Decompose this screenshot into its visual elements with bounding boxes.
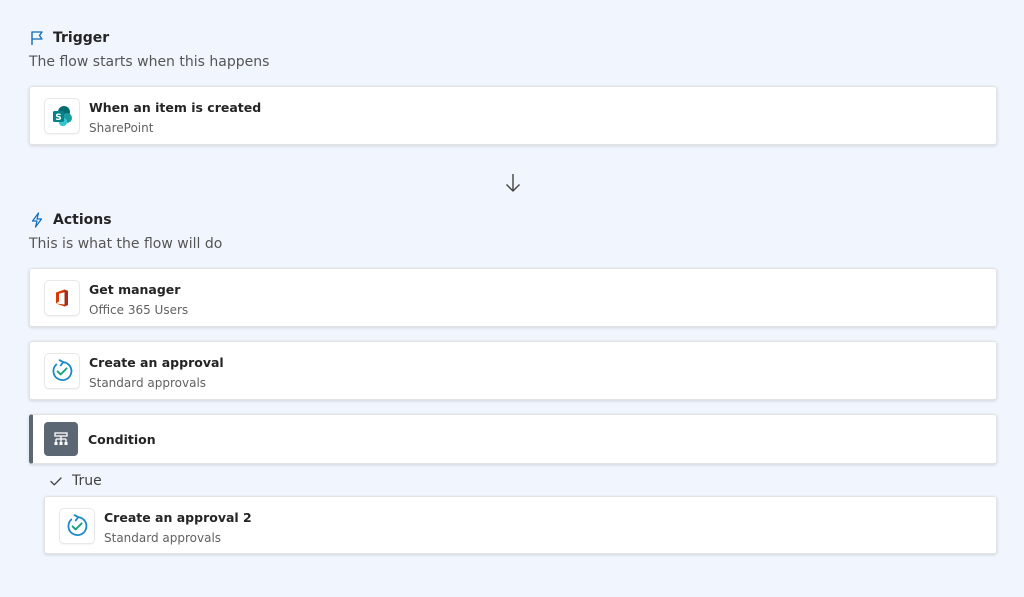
branch-true-toggle[interactable]: True	[49, 473, 102, 489]
svg-text:S: S	[55, 113, 61, 123]
branch-label: True	[72, 473, 102, 489]
action-card-connector: Standard approvals	[104, 531, 222, 545]
trigger-section-header: Trigger	[29, 30, 109, 46]
arrow-down-icon	[503, 172, 523, 194]
action-card-create-approval[interactable]: Create an approval Standard approvals	[29, 341, 997, 400]
action-card-connector: Standard approvals	[89, 376, 207, 390]
condition-icon	[44, 422, 78, 456]
actions-heading: Actions	[53, 212, 112, 228]
trigger-subtitle: The flow starts when this happens	[29, 54, 270, 70]
action-card-condition[interactable]: Condition	[29, 414, 997, 464]
action-card-title: Create an approval 2	[104, 510, 252, 525]
action-card-title: Condition	[88, 432, 156, 447]
trigger-card[interactable]: S When an item is created SharePoint	[29, 86, 997, 145]
action-card-title: Create an approval	[89, 355, 224, 370]
trigger-heading: Trigger	[53, 30, 110, 46]
action-card-get-manager[interactable]: Get manager Office 365 Users	[29, 268, 997, 327]
approval-icon	[60, 509, 94, 543]
trigger-card-connector: SharePoint	[89, 121, 154, 135]
checkmark-icon	[49, 474, 63, 488]
actions-subtitle: This is what the flow will do	[29, 236, 223, 252]
office-icon	[45, 281, 79, 315]
branch-card-create-approval-2[interactable]: Create an approval 2 Standard approvals	[44, 496, 997, 554]
sharepoint-icon: S	[45, 99, 79, 133]
lightning-icon	[29, 212, 45, 228]
approval-icon	[45, 354, 79, 388]
flag-icon	[29, 30, 45, 46]
action-card-connector: Office 365 Users	[89, 303, 189, 317]
trigger-card-title: When an item is created	[89, 100, 262, 115]
actions-section-header: Actions	[29, 212, 112, 228]
action-card-title: Get manager	[89, 282, 181, 297]
